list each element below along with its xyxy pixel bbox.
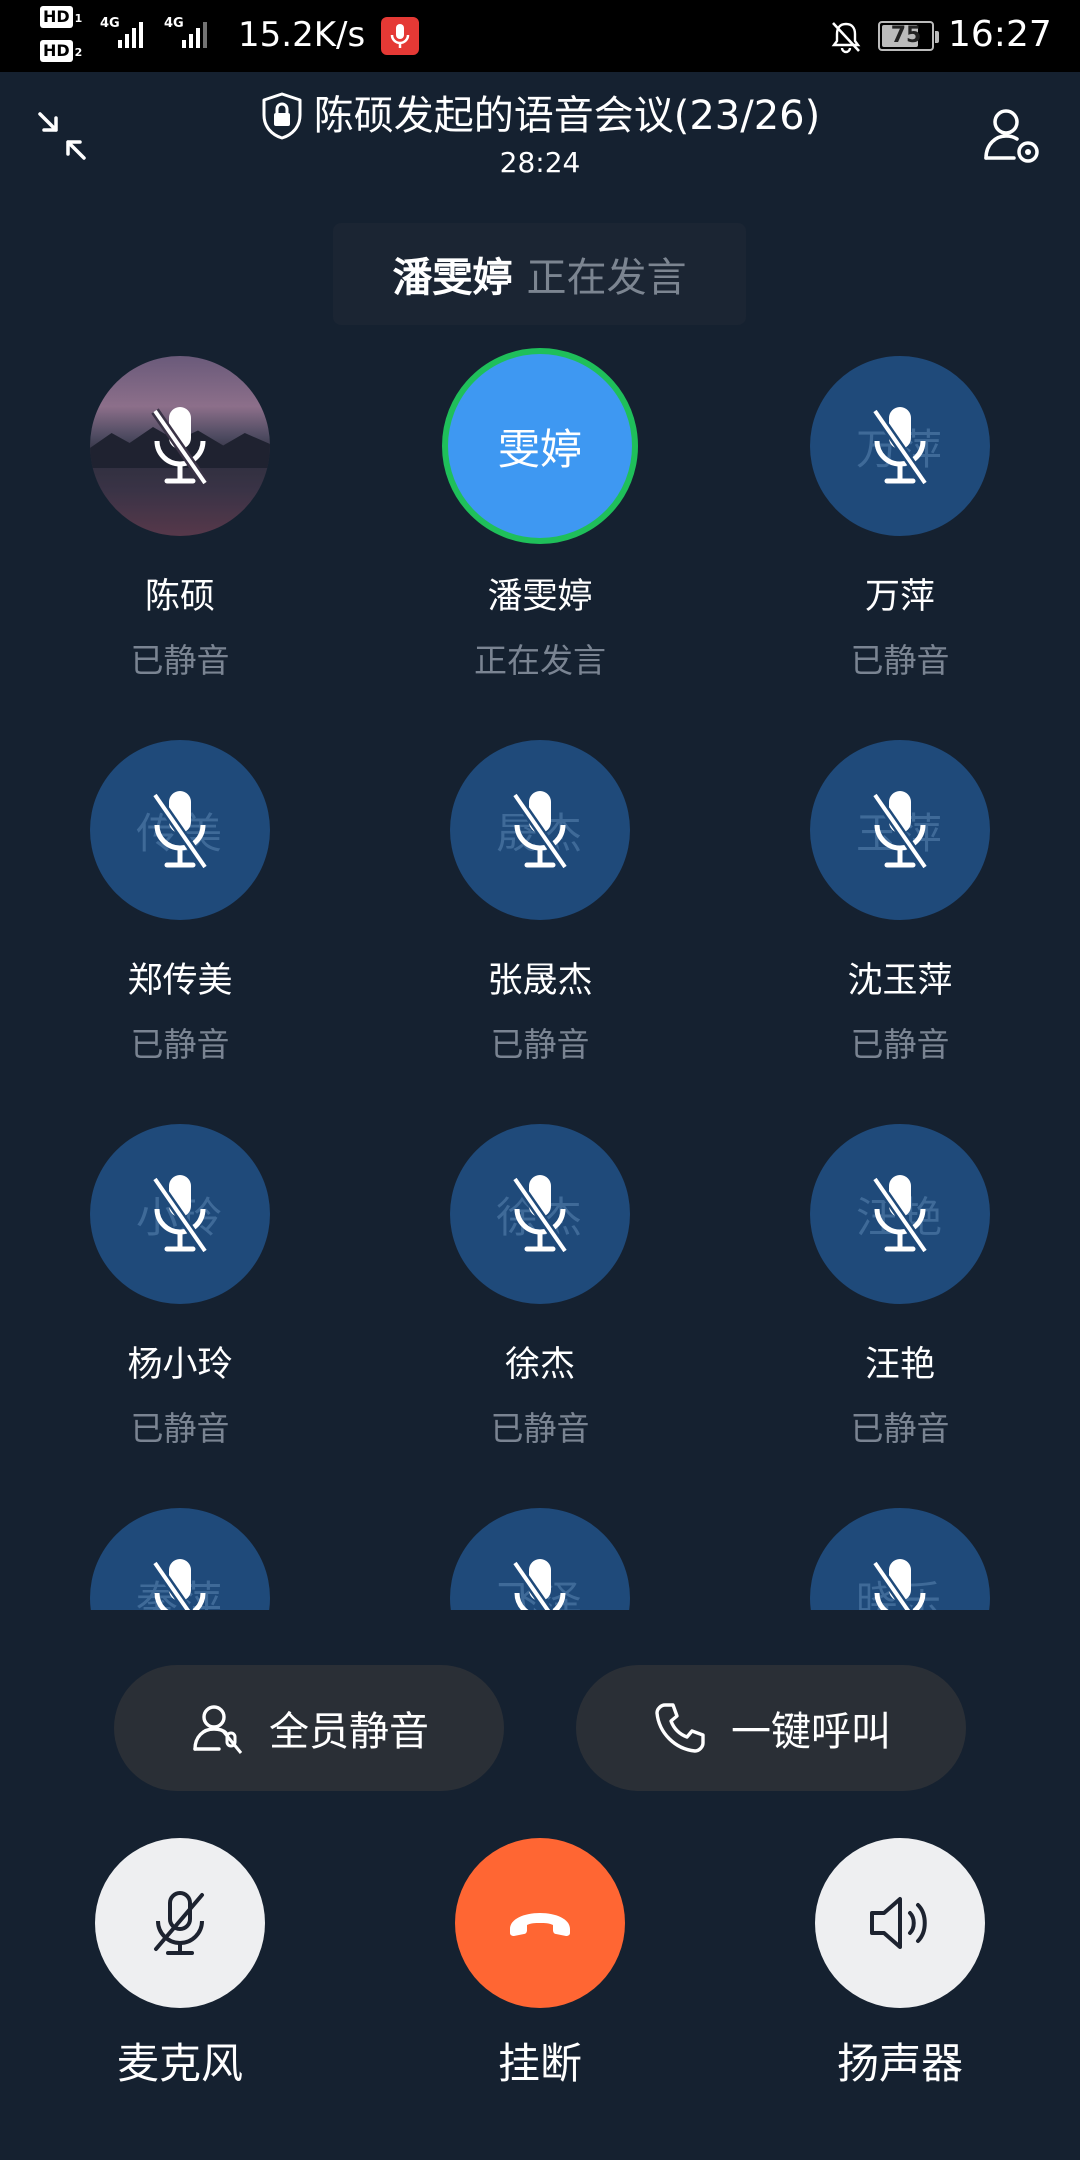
participant-name: 郑传美: [127, 961, 233, 1001]
participant-tile[interactable]: 汪艳汪艳已静音: [750, 1108, 1050, 1448]
participant-tile[interactable]: 徐杰徐杰已静音: [390, 1108, 690, 1448]
microphone-muted-icon: [151, 791, 209, 870]
microphone-label: 麦克风: [116, 2039, 243, 2088]
hd-volte-2-indicator: HD 2: [40, 40, 90, 64]
participant-avatar: 传美: [90, 740, 270, 920]
participant-status: 已静音: [850, 1025, 950, 1064]
mute-all-button[interactable]: 全员静音: [114, 1665, 504, 1791]
participant-status: 已静音: [850, 1409, 950, 1448]
participant-name: 万萍: [864, 577, 935, 617]
battery-level: 75: [890, 23, 922, 48]
participant-tile[interactable]: 小玲杨小玲已静音: [30, 1108, 330, 1448]
call-all-button[interactable]: 一键呼叫: [576, 1665, 966, 1791]
network-type-label: 4G: [164, 16, 184, 31]
participant-status: 已静音: [490, 1409, 590, 1448]
participant-tile[interactable]: 雯婷 潘雯婷 正在发言: [390, 340, 690, 680]
participant-tile[interactable]: 玉萍沈玉萍已静音: [750, 724, 1050, 1064]
participant-tile[interactable]: 陈硕 已静音: [30, 340, 330, 680]
participant-status: 已静音: [130, 641, 230, 680]
hd-volte-1-indicator: HD 1: [40, 6, 90, 30]
microphone-muted-icon: [871, 407, 929, 486]
participant-avatar: 徐杰: [450, 1124, 630, 1304]
shield-lock-icon: [262, 92, 302, 140]
speaker-label: 扬声器: [836, 2039, 963, 2088]
participant-avatar: 汪艳: [810, 1124, 990, 1304]
microphone-muted-icon: [151, 1175, 209, 1254]
microphone-muted-icon: [151, 407, 209, 486]
phone-icon: [655, 1703, 705, 1753]
participant-name: 徐杰: [504, 1345, 575, 1385]
participant-name: 潘雯婷: [487, 577, 593, 617]
participant-name: 陈硕: [144, 577, 215, 617]
participant-tile[interactable]: 晓乐: [750, 1492, 1050, 1610]
mute-all-icon: [193, 1705, 243, 1754]
meeting-title-bar: 陈硕发起的语音会议(23/26): [160, 88, 920, 145]
participant-avatar: 玉萍: [810, 740, 990, 920]
participant-name: 张晟杰: [487, 961, 593, 1001]
speaker-icon: [870, 1897, 927, 1949]
hd-label: HD: [40, 40, 73, 62]
avatar-initials: 雯婷: [497, 424, 582, 474]
microphone-muted-icon: [871, 791, 929, 870]
participant-tile[interactable]: 秦萍: [30, 1492, 330, 1610]
meeting-duration: 28:24: [499, 146, 581, 179]
active-speaker-banner: 潘雯婷 正在发言: [333, 223, 746, 325]
hangup-button[interactable]: [455, 1838, 625, 2008]
clock: 16:27: [948, 14, 1052, 55]
microphone-muted-icon: [871, 1175, 929, 1254]
microphone-muted-icon: [511, 791, 569, 870]
status-bar: HD 1 HD 2 4G 4G 15.2K/s 75 16:27: [0, 0, 1080, 72]
participant-avatar: 雯婷: [442, 348, 638, 544]
network-type-label: 4G: [100, 16, 120, 31]
bell-off-icon: [828, 18, 864, 54]
participant-avatar: 晟杰: [450, 740, 630, 920]
participant-settings-icon[interactable]: [980, 104, 1042, 166]
microphone-muted-icon: [511, 1559, 566, 1610]
network-speed: 15.2K/s: [238, 15, 366, 55]
microphone-muted-icon: [151, 1559, 206, 1610]
minimize-window-icon[interactable]: [34, 108, 90, 164]
signal-1-icon: 4G: [100, 16, 156, 52]
hd-label: HD: [40, 6, 73, 28]
participant-avatar: 万萍: [810, 356, 990, 536]
hang-up-icon: [510, 1913, 570, 1936]
hd-sim-label: 2: [74, 46, 83, 59]
participant-avatar: 晓乐: [810, 1508, 990, 1610]
active-speaker-state: 正在发言: [526, 255, 687, 301]
mute-all-label: 全员静音: [269, 1709, 429, 1755]
participant-tile[interactable]: 万萍万萍已静音: [750, 340, 1050, 680]
call-all-label: 一键呼叫: [731, 1709, 891, 1755]
battery-icon: 75: [878, 21, 939, 51]
recording-mic-icon: [381, 17, 419, 55]
participant-grid[interactable]: 陈硕已静音雯婷潘雯婷正在发言万萍万萍已静音传美郑传美已静音晟杰张晟杰已静音玉萍沈…: [0, 340, 1080, 1610]
microphone-off-icon: [154, 1891, 204, 1955]
microphone-button[interactable]: [95, 1838, 265, 2008]
participant-status: 正在发言: [474, 641, 606, 680]
participant-status: 已静音: [130, 1409, 230, 1448]
hangup-label: 挂断: [497, 2039, 582, 2088]
participant-status: 已静音: [850, 641, 950, 680]
participant-status: 已静音: [130, 1025, 230, 1064]
participant-name: 沈玉萍: [847, 961, 953, 1001]
participant-name: 汪艳: [864, 1345, 935, 1385]
participant-avatar: 飞泽: [450, 1508, 630, 1610]
participant-status: 已静音: [490, 1025, 590, 1064]
signal-2-icon: 4G: [164, 16, 220, 52]
participant-tile[interactable]: 飞泽: [390, 1492, 690, 1610]
speaker-button[interactable]: [815, 1838, 985, 2008]
microphone-muted-icon: [511, 1175, 569, 1254]
participant-avatar: 秦萍: [90, 1508, 270, 1610]
participant-name: 杨小玲: [127, 1345, 233, 1385]
microphone-muted-icon: [871, 1559, 926, 1610]
meeting-title: 陈硕发起的语音会议(23/26): [313, 93, 821, 139]
hd-sim-label: 1: [74, 12, 83, 25]
active-speaker-name: 潘雯婷: [392, 255, 513, 301]
participant-tile[interactable]: 晟杰张晟杰已静音: [390, 724, 690, 1064]
participant-avatar: [90, 356, 270, 536]
participant-avatar: 小玲: [90, 1124, 270, 1304]
participant-tile[interactable]: 传美郑传美已静音: [30, 724, 330, 1064]
